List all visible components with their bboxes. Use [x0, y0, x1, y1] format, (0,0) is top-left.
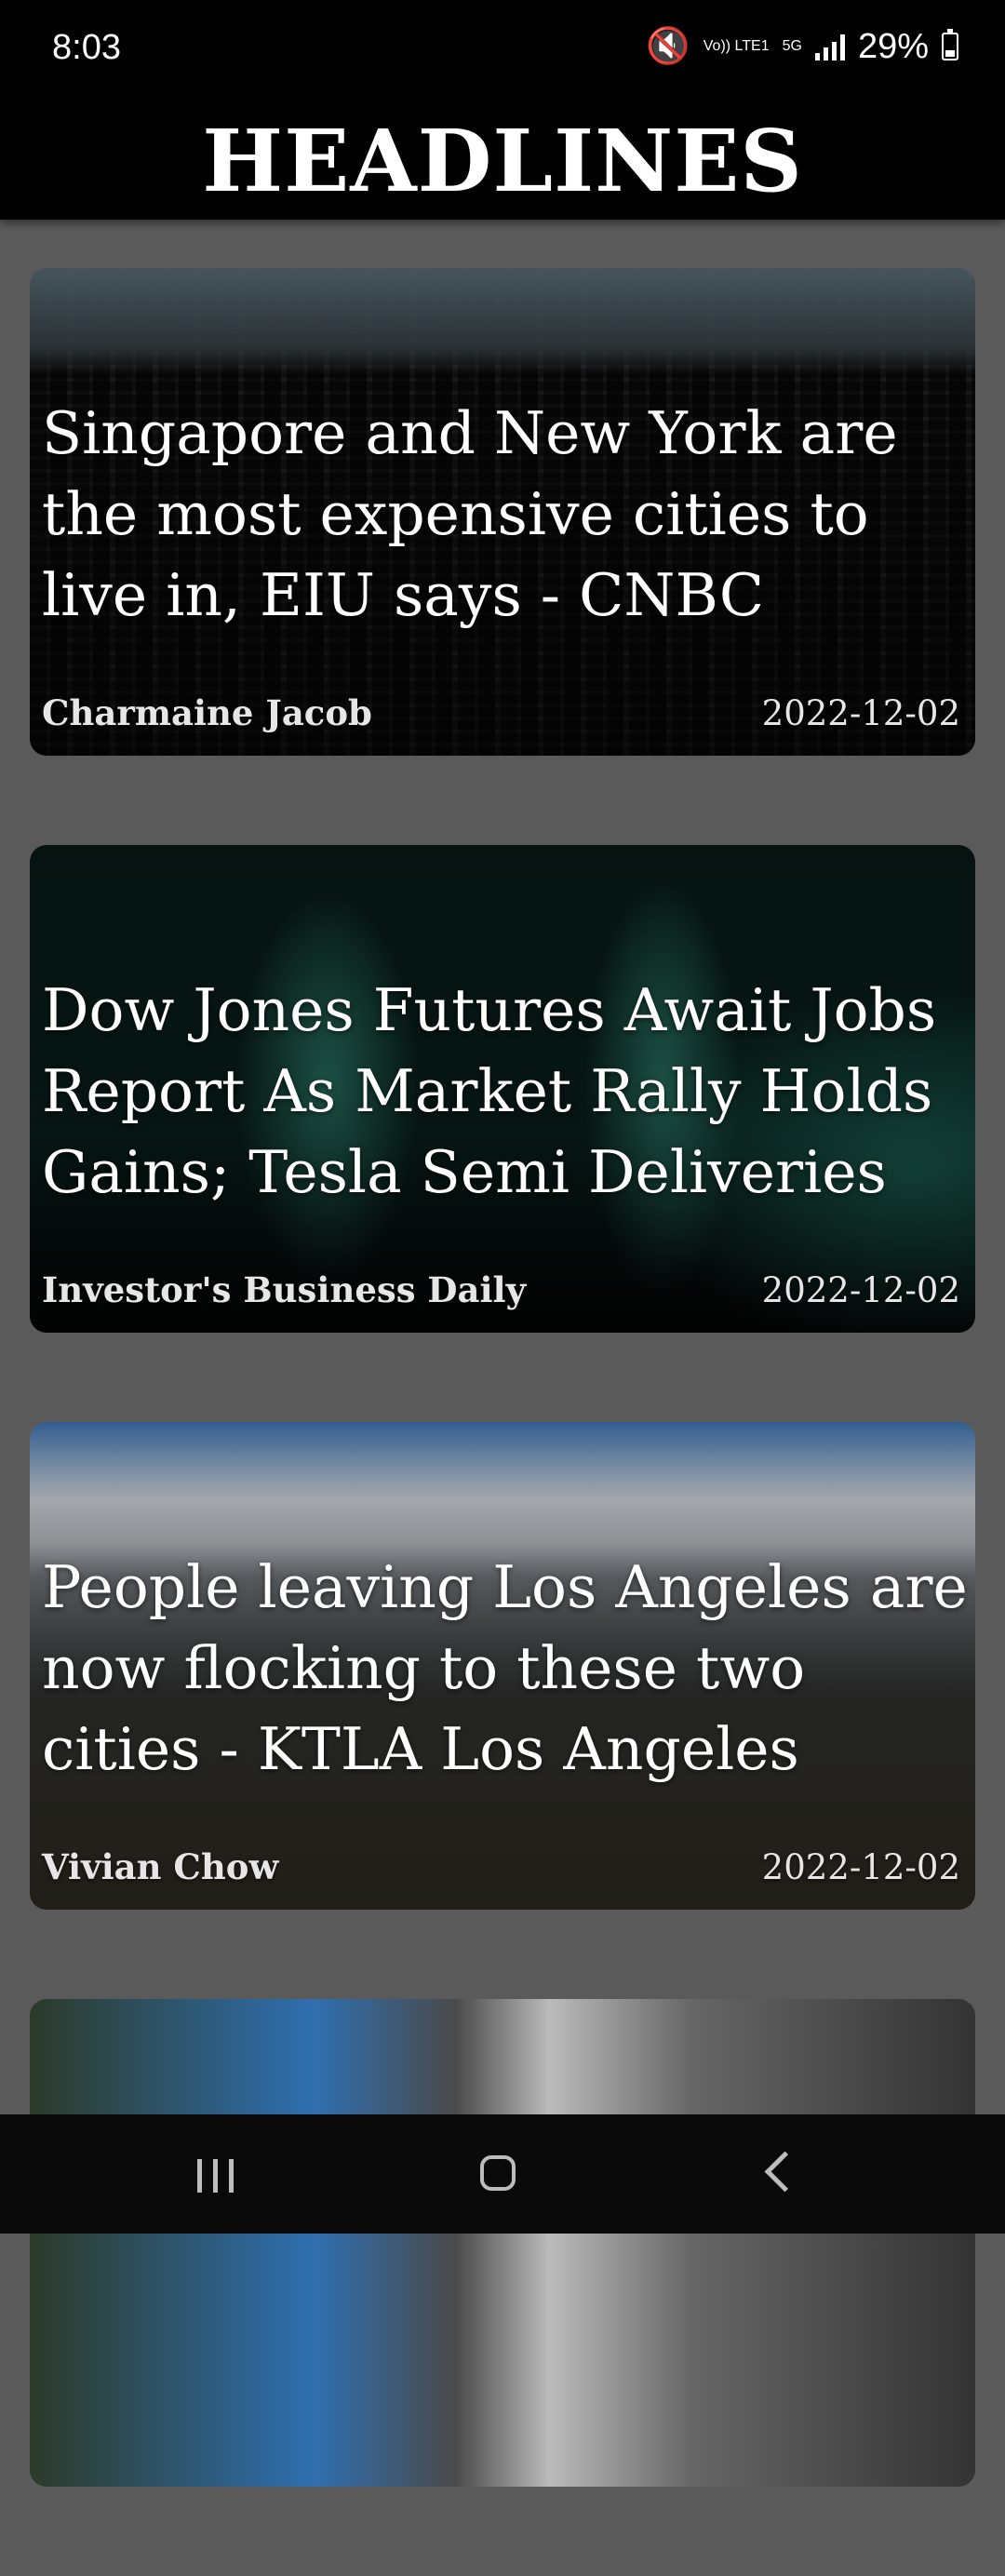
news-card[interactable]	[30, 1999, 975, 2487]
mute-icon: 🔇	[646, 27, 690, 66]
article-title: People leaving Los Angeles are now flock…	[42, 1553, 968, 1783]
recents-icon[interactable]	[197, 2159, 234, 2193]
network-5g-icon: 5G	[782, 38, 802, 54]
status-time: 8:03	[52, 28, 121, 67]
status-icons: 🔇 Vo)) LTE1 5G 29%	[646, 26, 958, 67]
page-title: HEADLINES	[202, 111, 803, 211]
volte-icon: Vo)) LTE1	[703, 38, 770, 54]
article-source: Investor's Business Daily	[42, 1269, 527, 1310]
article-title: Singapore and New York are the most expe…	[42, 399, 898, 629]
signal-icon	[814, 33, 845, 60]
status-bar: 8:03 🔇 Vo)) LTE1 5G 29%	[0, 0, 1005, 102]
article-date: 2022-12-02	[761, 1847, 960, 1887]
navigation-bar	[0, 2114, 1005, 2234]
news-card[interactable]: People leaving Los Angeles are now flock…	[30, 1422, 975, 1910]
battery-percent: 29%	[857, 26, 929, 66]
article-title: Dow Jones Futures Await Jobs Report As M…	[42, 976, 937, 1206]
back-icon[interactable]	[764, 2151, 806, 2193]
article-date: 2022-12-02	[761, 1270, 960, 1310]
article-source: Charmaine Jacob	[42, 692, 372, 733]
home-icon[interactable]	[480, 2155, 516, 2191]
news-card[interactable]: Singapore and New York are the most expe…	[30, 268, 975, 756]
article-source: Vivian Chow	[42, 1846, 279, 1887]
article-image	[30, 1999, 975, 2487]
article-date: 2022-12-02	[761, 693, 960, 733]
app-header: HEADLINES	[0, 102, 1005, 220]
news-card[interactable]: Dow Jones Futures Await Jobs Report As M…	[30, 845, 975, 1333]
battery-icon	[942, 29, 958, 60]
